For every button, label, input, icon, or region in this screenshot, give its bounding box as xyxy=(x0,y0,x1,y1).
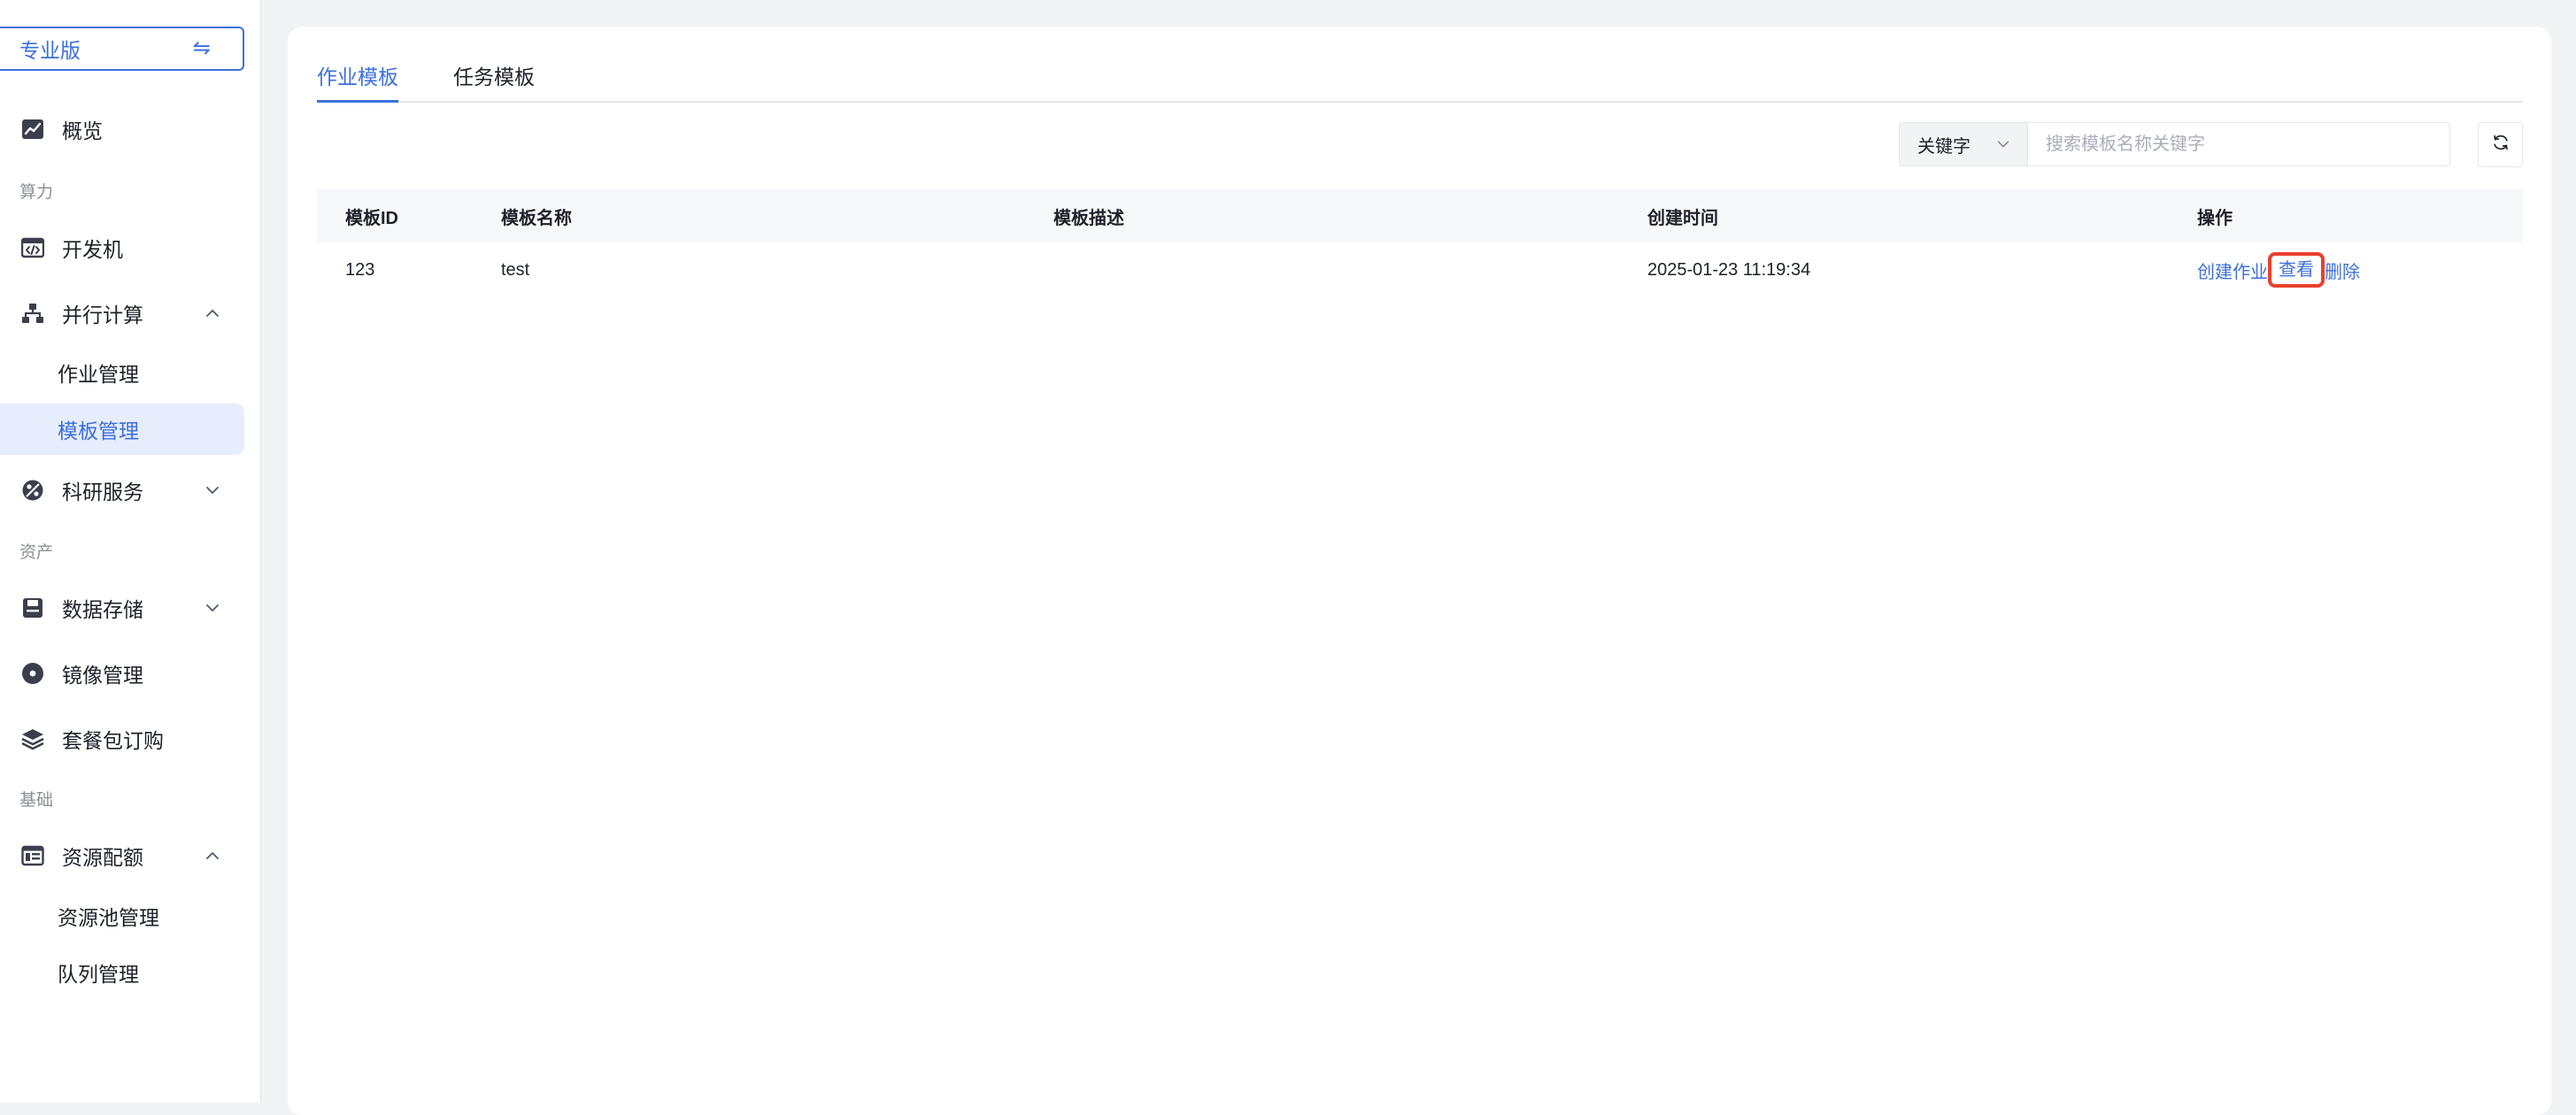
search-field-select[interactable]: 关键字 xyxy=(1899,122,2027,166)
sidebar-subitem-label: 队列管理 xyxy=(58,963,139,986)
dashboard-icon xyxy=(21,844,44,867)
sidebar-subitem-label: 资源池管理 xyxy=(58,906,159,929)
sidebar-item-dev-machine[interactable]: 开发机 xyxy=(0,223,244,273)
tab-task-templates[interactable]: 任务模板 xyxy=(453,62,535,101)
sidebar-item-label: 资源配额 xyxy=(62,846,143,869)
cell-created-time: 2025-01-23 11:19:34 xyxy=(1647,259,1811,280)
sidebar-item-package-purchase[interactable]: 套餐包订购 xyxy=(0,714,244,764)
sidebar-item-resource-quota[interactable]: 资源配额 xyxy=(0,831,244,880)
code-window-icon xyxy=(21,236,44,259)
search-input[interactable] xyxy=(2027,122,2450,166)
table-header-row: 模板ID 模板名称 模板描述 创建时间 操作 xyxy=(317,189,2523,242)
sidebar-subitem-job-management[interactable]: 作业管理 xyxy=(0,347,244,398)
swap-icon: ⇋ xyxy=(192,36,211,60)
hierarchy-icon xyxy=(21,302,44,325)
column-header-description: 模板描述 xyxy=(1053,208,1124,228)
disk-icon xyxy=(21,596,44,619)
sidebar-subitem-pool-management[interactable]: 资源池管理 xyxy=(0,890,244,942)
column-header-name: 模板名称 xyxy=(501,208,572,228)
sidebar-subitem-queue-management[interactable]: 队列管理 xyxy=(0,947,244,998)
create-job-button[interactable]: 创建作业 xyxy=(2197,258,2268,283)
tab-job-templates[interactable]: 作业模板 xyxy=(317,62,398,103)
sidebar-item-label: 并行计算 xyxy=(62,304,143,327)
sidebar-item-label: 科研服务 xyxy=(62,481,143,504)
edition-label: 专业版 xyxy=(19,39,81,62)
group-label-compute: 算力 xyxy=(19,183,54,202)
table-row: 123 test 2025-01-23 11:19:34 创建作业 查看 删除 xyxy=(317,242,2523,297)
search-field-select-value: 关键字 xyxy=(1917,136,1971,157)
sidebar-item-data-storage[interactable]: 数据存储 xyxy=(0,583,244,633)
refresh-icon xyxy=(2491,133,2510,157)
group-label-basic: 基础 xyxy=(19,791,54,810)
template-name-link[interactable]: test xyxy=(501,242,529,297)
sidebar-subitem-label: 模板管理 xyxy=(58,419,139,442)
refresh-button[interactable] xyxy=(2478,122,2523,167)
chevron-up-icon xyxy=(204,304,221,322)
sidebar-item-label: 概览 xyxy=(62,119,103,142)
chevron-down-icon xyxy=(204,599,221,617)
disc-icon xyxy=(21,662,44,685)
chevron-down-icon xyxy=(1995,136,2011,152)
sidebar: 专业版 ⇋ 概览 算力 开发机 并行计算 作业管理 模板管理 科研服务 资产 数… xyxy=(0,0,261,1103)
sidebar-item-research-services[interactable]: 科研服务 xyxy=(0,465,244,515)
delete-button[interactable]: 删除 xyxy=(2325,258,2360,283)
sidebar-item-parallel-compute[interactable]: 并行计算 xyxy=(0,288,244,338)
line-chart-icon xyxy=(21,118,44,141)
sidebar-item-label: 开发机 xyxy=(62,238,123,261)
cell-operations: 创建作业 查看 删除 xyxy=(2197,242,2360,297)
research-icon xyxy=(21,479,44,502)
view-button[interactable]: 查看 xyxy=(2268,252,2325,288)
template-tabs: 作业模板 任务模板 xyxy=(317,62,2523,103)
chevron-up-icon xyxy=(204,847,221,865)
edition-switch-button[interactable]: 专业版 ⇋ xyxy=(0,27,244,71)
sidebar-item-image-management[interactable]: 镜像管理 xyxy=(0,649,244,698)
sidebar-item-label: 套餐包订购 xyxy=(62,729,164,752)
column-header-id: 模板ID xyxy=(345,208,398,228)
group-label-assets: 资产 xyxy=(19,543,54,562)
column-header-created-time: 创建时间 xyxy=(1647,208,1718,228)
sidebar-item-overview[interactable]: 概览 xyxy=(0,104,244,154)
main-content-card: 作业模板 任务模板 关键字 模板ID 模板名称 模板描述 创建时间 操作 12 xyxy=(288,27,2551,1115)
sidebar-subitem-label: 作业管理 xyxy=(58,363,139,386)
sidebar-item-label: 镜像管理 xyxy=(62,664,143,687)
layers-icon xyxy=(21,727,44,750)
template-table: 模板ID 模板名称 模板描述 创建时间 操作 123 test 2025-01-… xyxy=(317,189,2523,297)
chevron-down-icon xyxy=(204,481,221,499)
column-header-operations: 操作 xyxy=(2197,208,2233,228)
sidebar-item-label: 数据存储 xyxy=(62,598,143,621)
cell-template-id: 123 xyxy=(345,259,375,280)
sidebar-subitem-template-management[interactable]: 模板管理 xyxy=(0,404,244,455)
